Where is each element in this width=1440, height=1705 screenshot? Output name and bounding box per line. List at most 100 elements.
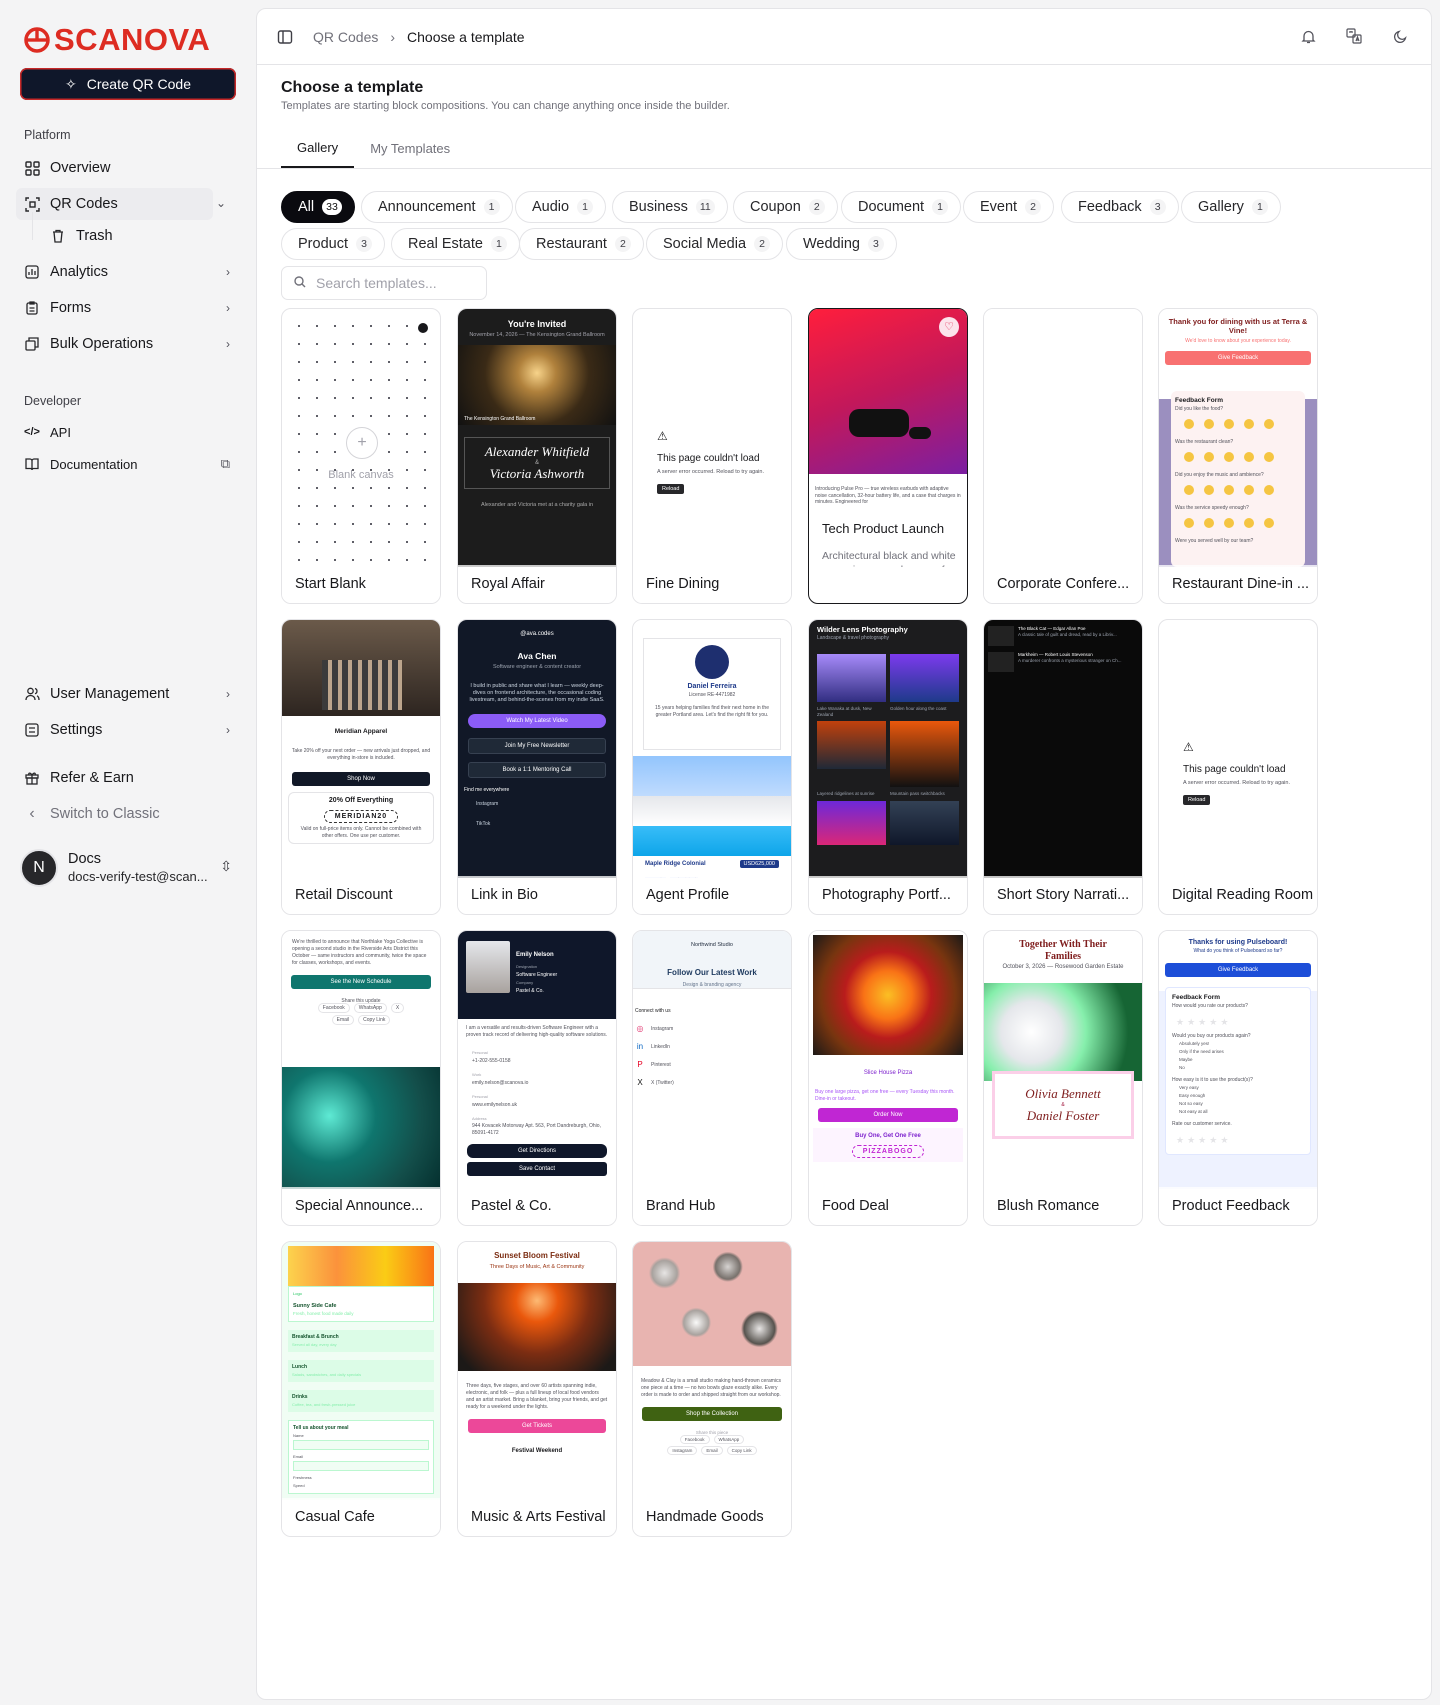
sidebar-item-api[interactable]: </> API [16, 416, 240, 448]
sidebar-item-overview[interactable]: Overview [16, 152, 240, 184]
breadcrumb-qr-codes[interactable]: QR Codes [313, 29, 378, 45]
warning-icon: ⚠ [657, 429, 668, 443]
template-card-restaurant-dine-in[interactable]: Thank you for dining with us at Terra & … [1158, 308, 1318, 604]
radio-option: No [1179, 1065, 1185, 1070]
search-input[interactable]: Search templates... [281, 266, 487, 300]
sidebar-item-qr-codes[interactable]: QR Codes [16, 188, 213, 220]
sidebar-item-label: Bulk Operations [50, 336, 154, 352]
template-card-food-deal[interactable]: Slice House Pizza Buy one large pizza, ge… [808, 930, 968, 1226]
filter-chip-label: Real Estate [408, 236, 483, 252]
error-state: ⚠ This page couldn't load A server error o… [1159, 620, 1317, 805]
template-card-royal-affair[interactable]: You're Invited November 14, 2026 — The Ke… [457, 308, 617, 604]
filter-chip-gallery[interactable]: Gallery 1 [1181, 191, 1281, 223]
template-card-title: Restaurant Dine-in ... [1159, 565, 1317, 603]
menu-section-title: Lunch [292, 1364, 307, 1370]
template-card-pastel-co[interactable]: Emily Nelson Designation Software Engineer… [457, 930, 617, 1226]
chevron-left-icon: ‹ [29, 805, 35, 822]
user-account-menu[interactable]: N Docs docs-verify-test@scan... ⇳ [20, 846, 240, 890]
preview-text: 15 years helping families find their nex… [655, 705, 769, 718]
template-card-corporate-confere[interactable]: Corporate Confere... [983, 308, 1143, 604]
template-card-short-story-narrati[interactable]: The Black Cat — Edgar Allan Poe A classic… [983, 619, 1143, 915]
sidebar-item-refer-earn[interactable]: Refer & Earn [16, 762, 240, 794]
sidebar-item-documentation[interactable]: Documentation ⧉ [16, 448, 240, 480]
tab-gallery[interactable]: Gallery [281, 128, 355, 168]
tab-my-templates[interactable]: My Templates [354, 128, 466, 168]
preview-text: Daniel Foster [1026, 1108, 1100, 1123]
filter-chip-wedding[interactable]: Wedding 3 [786, 228, 897, 260]
sidebar-item-user-management[interactable]: User Management › [16, 678, 240, 710]
sidebar-item-switch-classic[interactable]: ‹ Switch to Classic [16, 798, 240, 830]
sidebar-item-forms[interactable]: Forms › [16, 292, 240, 324]
filter-chip-business[interactable]: Business 11 [612, 191, 728, 223]
filter-chip-label: Announcement [378, 199, 476, 215]
radio-option: Only if the need arises [1179, 1049, 1224, 1054]
template-card-blush-romance[interactable]: Together With Their Families October 3, 2… [983, 930, 1143, 1226]
filter-chip-restaurant[interactable]: Restaurant 2 [519, 228, 644, 260]
emoji-rating [1179, 449, 1297, 465]
filter-chip-document[interactable]: Document 1 [841, 191, 962, 223]
template-preview: Sunset Bloom Festival Three Days of Music… [458, 1242, 616, 1500]
template-card-agent-profile[interactable]: Daniel Ferreira License RE-4471982 15 year… [632, 619, 792, 915]
template-preview: We're thrilled to announce that Northlak… [282, 931, 440, 1189]
photo-pass [890, 721, 959, 787]
blank-canvas-label: Blank canvas [328, 469, 394, 481]
template-card-start-blank[interactable]: + Blank canvas Start Blank [281, 308, 441, 604]
filter-chip-all[interactable]: All 33 [281, 191, 355, 223]
preview-text: Thanks for using Pulseboard! [1188, 939, 1288, 946]
template-card-retail-discount[interactable]: Meridian Apparel Take 20% off your next o… [281, 619, 441, 915]
bell-icon[interactable] [1299, 27, 1317, 45]
template-card-photography-portf[interactable]: Wilder Lens Photography Landscape & trave… [808, 619, 968, 915]
chevron-right-icon: › [226, 301, 230, 315]
language-icon[interactable] [1345, 27, 1363, 45]
share-chip: Instagram [667, 1446, 698, 1455]
filter-chip-count: 1 [932, 199, 949, 215]
filter-chip-feedback[interactable]: Feedback 3 [1061, 191, 1179, 223]
template-preview: Emily Nelson Designation Software Engineer… [458, 931, 616, 1189]
preview-button: Reload [657, 484, 685, 494]
preview-text: Valid on full-price items only. Cannot b… [300, 826, 422, 839]
template-card-brand-hub[interactable]: Northwind Studio Follow Our Latest Work De… [632, 930, 792, 1226]
sidebar-item-trash[interactable]: Trash [42, 220, 240, 252]
sidebar-item-label: Settings [50, 722, 103, 738]
template-card-music-arts-festival[interactable]: Sunset Bloom Festival Three Days of Music… [457, 1241, 617, 1537]
sidebar-item-bulk-operations[interactable]: Bulk Operations › [16, 328, 240, 360]
filter-chip-announcement[interactable]: Announcement 1 [361, 191, 513, 223]
sidebar-item-analytics[interactable]: Analytics › [16, 256, 240, 288]
template-preview: ⚠ This page couldn't load A server error o… [1159, 620, 1317, 878]
template-preview: Logo Sunny Side Cafe Fresh, honest food ma… [282, 1242, 440, 1500]
preview-button: Shop Now [292, 772, 430, 786]
filter-chip-audio[interactable]: Audio 1 [515, 191, 607, 223]
brand-logo[interactable]: SCANOVA [24, 22, 210, 58]
menu-section-desc: Served all day, every day [292, 1342, 337, 1347]
preview-text: Slice House Pizza [863, 1070, 913, 1076]
template-card-tech-product-launch[interactable]: ♡ Introducing Pulse Pro — true wireless e… [808, 308, 968, 604]
empty-preview [984, 309, 1142, 567]
filter-chip-label: Business [629, 199, 688, 215]
sidebar-item-settings[interactable]: Settings › [16, 714, 240, 746]
filter-chip-event[interactable]: Event 2 [963, 191, 1055, 223]
template-card-link-in-bio[interactable]: @ava.codes Ava Chen Software engineer & co… [457, 619, 617, 915]
preview-text: 20% Off Everything [328, 797, 394, 804]
preview-text: Fresh, honest food made daily [293, 1311, 354, 1316]
chevron-down-icon[interactable]: ⌄ [216, 196, 226, 210]
filter-chip-coupon[interactable]: Coupon 2 [733, 191, 838, 223]
preview-text: Northwind Studio [691, 942, 733, 948]
x-icon: X [637, 1078, 643, 1087]
price-badge: USD625,000 [739, 860, 779, 868]
error-state: ⚠ This page couldn't load A server error o… [633, 309, 791, 494]
template-card-fine-dining[interactable]: ⚠ This page couldn't load A server error o… [632, 308, 792, 604]
template-card-product-feedback[interactable]: Thanks for using Pulseboard! What do you … [1158, 930, 1318, 1226]
template-card-casual-cafe[interactable]: Logo Sunny Side Cafe Fresh, honest food ma… [281, 1241, 441, 1537]
moon-icon[interactable] [1391, 27, 1409, 45]
preview-text: Alexander and Victoria met at a charity … [480, 502, 594, 508]
template-card-digital-reading-room[interactable]: ⚠ This page couldn't load A server error o… [1158, 619, 1318, 915]
heart-icon[interactable]: ♡ [939, 317, 959, 337]
create-qr-code-button[interactable]: ✧ Create QR Code [20, 68, 236, 100]
filter-chip-product[interactable]: Product 3 [281, 228, 385, 260]
sidebar-toggle-icon[interactable] [277, 29, 293, 45]
filter-chip-real-estate[interactable]: Real Estate 1 [391, 228, 520, 260]
template-card-special-announce[interactable]: We're thrilled to announce that Northlak… [281, 930, 441, 1226]
template-card-title: Food Deal [809, 1187, 967, 1225]
filter-chip-social-media[interactable]: Social Media 2 [646, 228, 784, 260]
template-card-handmade-goods[interactable]: Meadow & Clay is a small studio making h… [632, 1241, 792, 1537]
